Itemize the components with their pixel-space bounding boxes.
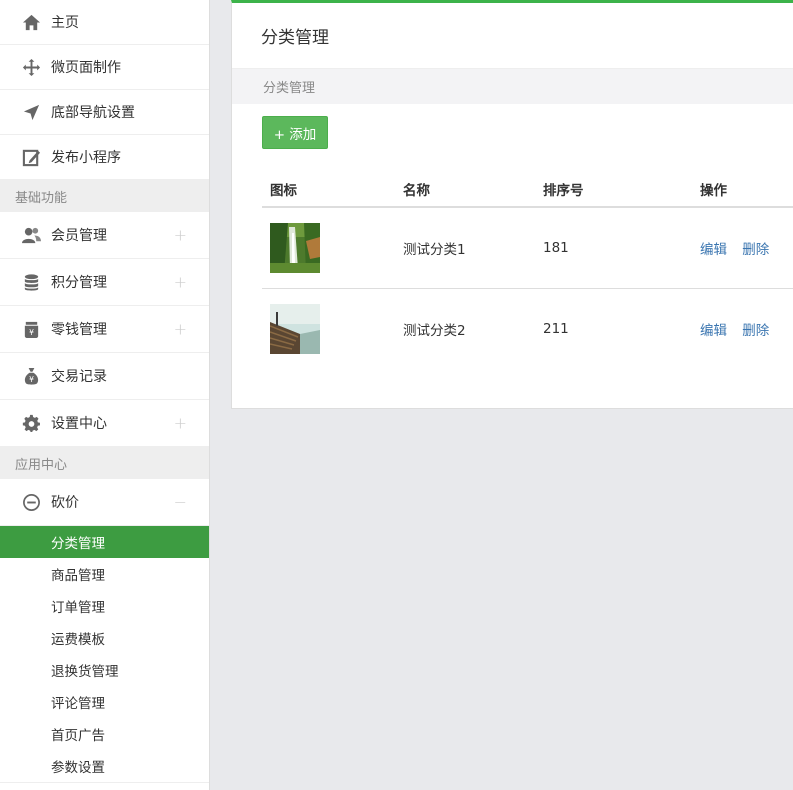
railway-thumbnail[interactable] (270, 303, 320, 354)
expand-icon[interactable]: + (174, 273, 187, 292)
nav-item-transactions[interactable]: ¥ 交易记录 (0, 353, 209, 400)
sub-item-params[interactable]: 参数设置 (0, 750, 209, 782)
table-header-row: 图标 名称 排序号 操作 (262, 171, 793, 208)
edit-link[interactable]: 编辑 (700, 323, 727, 339)
add-button[interactable]: + 添加 (262, 116, 328, 149)
sub-item-shipping[interactable]: 运费模板 (0, 622, 209, 654)
nav-item-publish[interactable]: 发布小程序 (0, 135, 209, 180)
nav-item-label: 发布小程序 (51, 150, 121, 166)
cell-thumbnail (262, 207, 395, 289)
cell-thumbnail (262, 288, 395, 369)
money-bag-icon: ¥ (20, 365, 42, 387)
cell-actions: 编辑 删除 (692, 207, 793, 289)
nav-item-members[interactable]: 会员管理 + (0, 212, 209, 259)
column-header-icon: 图标 (262, 171, 395, 208)
delete-link[interactable]: 删除 (742, 323, 769, 339)
nav-item-bargain[interactable]: 砍价 − (0, 479, 209, 526)
users-icon (20, 224, 42, 246)
sub-item-returns[interactable]: 退换货管理 (0, 654, 209, 686)
sub-item-orders[interactable]: 订单管理 (0, 590, 209, 622)
nav-item-label: 微页面制作 (51, 60, 121, 76)
sub-item-category[interactable]: 分类管理 (0, 526, 209, 558)
cell-sort: 211 (543, 320, 569, 337)
svg-text:¥: ¥ (29, 375, 34, 384)
section-title-basic: 基础功能 (0, 180, 209, 212)
nav-item-points[interactable]: 积分管理 + (0, 259, 209, 306)
expand-icon[interactable]: + (174, 226, 187, 245)
delete-link[interactable]: 删除 (742, 242, 769, 258)
cell-name: 测试分类1 (395, 207, 535, 289)
column-header-sort: 排序号 (535, 171, 692, 208)
waterfall-thumbnail[interactable] (270, 222, 320, 273)
cell-sort: 181 (535, 207, 692, 289)
wallet-icon: ¥ (20, 318, 42, 340)
nav-item-label: 积分管理 (51, 275, 107, 291)
nav-item-bottom-nav[interactable]: 底部导航设置 (0, 90, 209, 135)
nav-item-label: 设置中心 (51, 416, 107, 432)
database-icon (20, 271, 42, 293)
sub-item-products[interactable]: 商品管理 (0, 558, 209, 590)
cell-actions: 编辑 删除 (692, 288, 793, 369)
column-header-name: 名称 (395, 171, 535, 208)
nav-item-wallet[interactable]: ¥ 零钱管理 + (0, 306, 209, 353)
breadcrumb: 分类管理 (232, 69, 793, 104)
move-icon (20, 56, 42, 78)
minus-circle-icon (20, 491, 42, 513)
sub-item-home-ads[interactable]: 首页广告 (0, 718, 209, 750)
nav-item-settings[interactable]: 设置中心 + (0, 400, 209, 447)
expand-icon[interactable]: + (174, 320, 187, 339)
home-icon (20, 11, 42, 33)
nav-item-label: 底部导航设置 (51, 105, 135, 121)
page-title: 分类管理 (232, 3, 793, 69)
nav-item-page-builder[interactable]: 微页面制作 (0, 45, 209, 90)
collapse-icon[interactable]: − (174, 493, 187, 512)
nav-item-label: 交易记录 (51, 369, 107, 385)
nav-item-label: 主页 (51, 15, 79, 31)
content-card: 分类管理 分类管理 + 添加 图标 名称 排序号 操作 测试分类1 181 编辑… (231, 0, 793, 409)
nav-item-label: 砍价 (51, 495, 79, 511)
category-table: 图标 名称 排序号 操作 测试分类1 181 编辑 删除 测试分类2 211 编… (262, 171, 793, 369)
column-header-actions: 操作 (692, 171, 793, 208)
cell-name: 测试分类2 (403, 322, 466, 339)
nav-item-label: 零钱管理 (51, 322, 107, 338)
sub-item-reviews[interactable]: 评论管理 (0, 686, 209, 718)
gear-icon (20, 412, 42, 434)
edit-icon (20, 146, 42, 168)
expand-icon[interactable]: + (174, 414, 187, 433)
table-row: 测试分类1 181 编辑 删除 (262, 207, 793, 289)
table-row: 测试分类2 211 编辑 删除 (262, 288, 793, 369)
sidebar-divider (0, 782, 209, 790)
sidebar: 主页 微页面制作 底部导航设置 发布小程序 基础功能 会员管理 + 积分管理 + (0, 0, 210, 790)
nav-item-home[interactable]: 主页 (0, 0, 209, 45)
nav-item-label: 会员管理 (51, 228, 107, 244)
svg-text:¥: ¥ (29, 328, 34, 337)
edit-link[interactable]: 编辑 (700, 242, 727, 258)
section-title-apps: 应用中心 (0, 447, 209, 479)
navigation-arrow-icon (20, 101, 42, 123)
